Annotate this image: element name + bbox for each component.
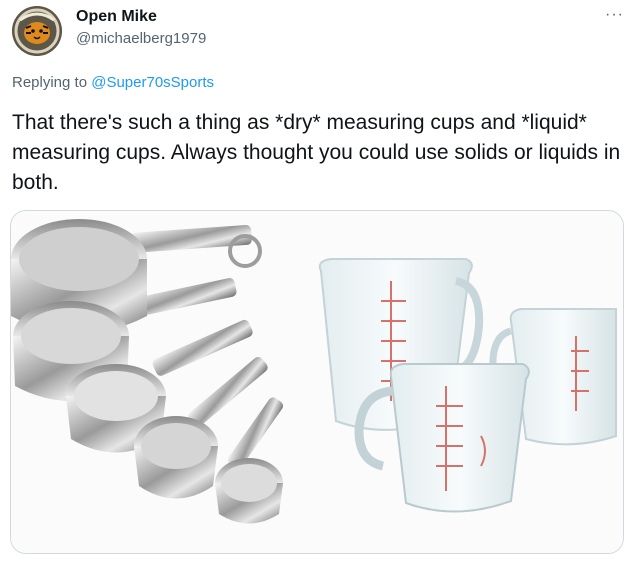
- avatar[interactable]: [12, 6, 62, 56]
- more-options-icon[interactable]: ···: [605, 6, 624, 24]
- user-handle[interactable]: @michaelberg1979: [76, 30, 206, 47]
- measuring-cups-photo: [11, 211, 623, 553]
- tweet-media-image[interactable]: [10, 210, 624, 554]
- tweet: Open Mike @michaelberg1979 ··· Replying …: [0, 0, 640, 563]
- tweet-text: That there's such a thing as *dry* measu…: [12, 111, 621, 194]
- reply-mention-link[interactable]: @Super70sSports: [91, 74, 214, 91]
- replying-to: Replying to @Super70sSports: [12, 74, 214, 91]
- replying-prefix: Replying to: [12, 74, 92, 91]
- display-name[interactable]: Open Mike: [76, 8, 157, 26]
- bengal-tiger-avatar-icon: [12, 6, 62, 56]
